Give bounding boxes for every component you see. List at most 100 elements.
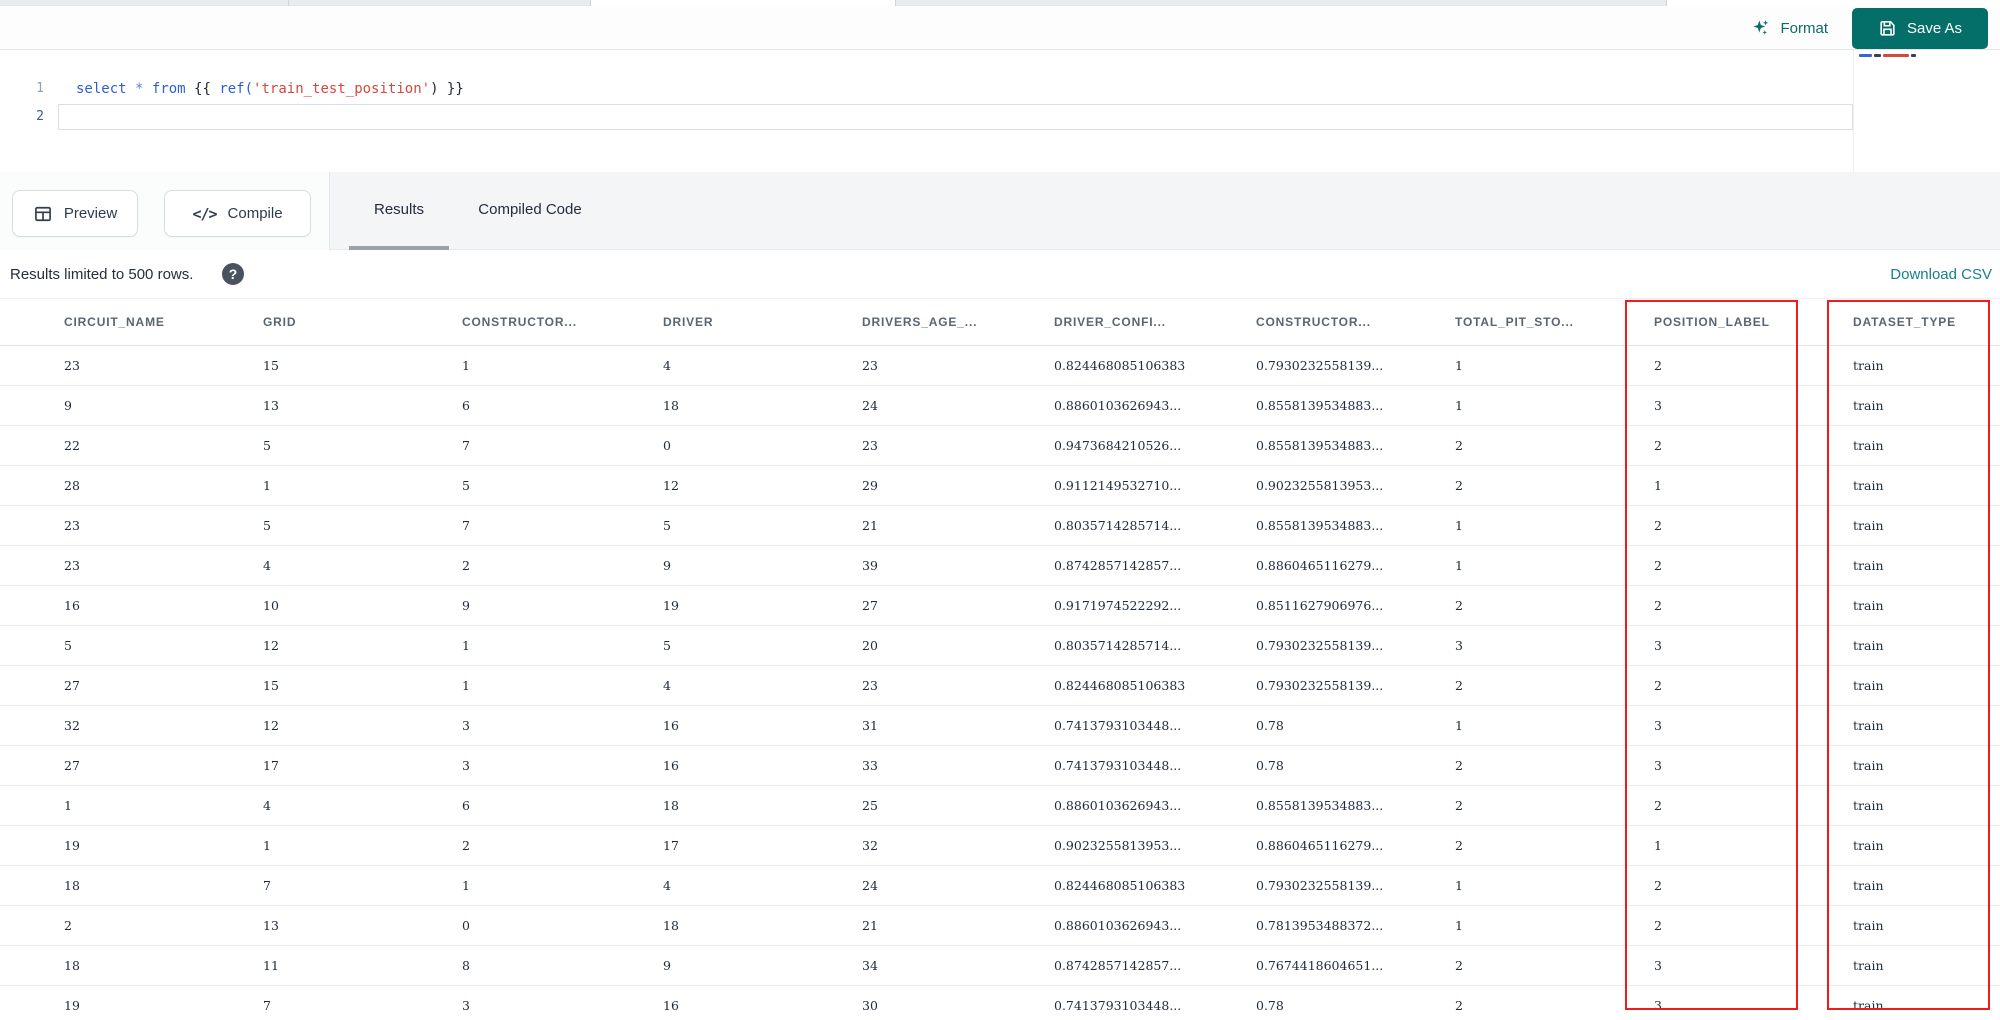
table-cell: 7	[263, 865, 462, 906]
code-token-keyword: select	[76, 81, 127, 97]
column-header: CIRCUIT_NAME	[0, 298, 263, 346]
table-cell: 0.8558139534883...	[1256, 785, 1455, 826]
table-cell: 23	[0, 545, 263, 586]
table-cell: 24	[862, 385, 1054, 426]
tab-results[interactable]: Results	[349, 172, 449, 246]
code-line-1[interactable]: select * from {{ ref('train_test_positio…	[76, 76, 464, 102]
column-header: DRIVER_CONFI...	[1054, 298, 1256, 346]
table-cell: 18	[0, 945, 263, 986]
code-brackets-icon: </>	[192, 204, 217, 223]
table-cell: 0.824468085106383	[1054, 345, 1256, 386]
table-cell: 4	[263, 545, 462, 586]
table-cell: 17	[263, 745, 462, 786]
table-cell: 12	[663, 465, 862, 506]
table-body: 23 15 1 4 23 0.824468085106383 0.7930232558139…	[0, 345, 2000, 1020]
download-csv-link[interactable]: Download CSV	[1890, 250, 1992, 298]
compile-button[interactable]: </> Compile	[164, 190, 311, 237]
code-token-brace: {{	[185, 81, 220, 97]
table-cell: 2	[1455, 425, 1654, 466]
table-cell: 2	[462, 545, 663, 586]
table-cell: 2	[1455, 585, 1654, 626]
table-cell: 6	[462, 785, 663, 826]
action-bar: Preview </> Compile Results Compiled Cod…	[0, 172, 2000, 250]
table-cell: 0.7413793103448...	[1054, 985, 1256, 1020]
table-row: 5 12 1 5 20 0.8035714285714... 0.7930232558139…	[0, 625, 2000, 666]
table-cell: 16	[663, 745, 862, 786]
table-cell: 24	[862, 865, 1054, 906]
table-cell: 15	[263, 345, 462, 386]
table-cell: 29	[862, 465, 1054, 506]
table-cell: train	[1853, 425, 2000, 466]
minimap-code-line	[1859, 54, 1916, 57]
table-cell: 3	[1654, 625, 1853, 666]
table-cell: 0.8742857142857...	[1054, 945, 1256, 986]
table-cell: 2	[1654, 505, 1853, 546]
active-line-cursor-box[interactable]	[58, 104, 1853, 130]
table-cell: 21	[862, 905, 1054, 946]
table-cell: 21	[862, 505, 1054, 546]
table-cell: 3	[462, 985, 663, 1020]
column-header: DRIVERS_AGE_...	[862, 298, 1054, 346]
table-cell: 0.7413793103448...	[1054, 745, 1256, 786]
table-cell: 3	[1654, 745, 1853, 786]
table-cell: 2	[1654, 345, 1853, 386]
table-cell: 16	[663, 705, 862, 746]
table-cell: 0.824468085106383	[1054, 865, 1256, 906]
table-cell: 2	[0, 905, 263, 946]
column-header: TOTAL_PIT_STO...	[1455, 298, 1654, 346]
sql-code-editor[interactable]: 1 2 select * from {{ ref('train_test_pos…	[0, 50, 2000, 172]
save-as-button-label: Save As	[1906, 20, 1963, 37]
table-cell: 5	[462, 465, 663, 506]
table-cell: 2	[462, 825, 663, 866]
table-cell: 1	[1455, 385, 1654, 426]
table-cell: 5	[263, 425, 462, 466]
table-cell: 16	[663, 985, 862, 1020]
table-cell: train	[1853, 985, 2000, 1020]
save-as-button[interactable]: Save As	[1852, 8, 1988, 49]
table-cell: 4	[263, 785, 462, 826]
table-cell: 19	[0, 825, 263, 866]
table-cell: 0.7413793103448...	[1054, 705, 1256, 746]
column-header: DATASET_TYPE	[1853, 298, 2000, 346]
table-cell: 0.8742857142857...	[1054, 545, 1256, 586]
table-cell: train	[1853, 785, 2000, 826]
table-row: 1 4 6 18 25 0.8860103626943... 0.8558139534883…	[0, 785, 2000, 826]
table-cell: 1	[0, 785, 263, 826]
table-cell: 0.824468085106383	[1054, 665, 1256, 706]
table-cell: 0.8035714285714...	[1054, 505, 1256, 546]
table-cell: 0.8511627906976...	[1256, 585, 1455, 626]
table-cell: 0.7930232558139...	[1256, 625, 1455, 666]
table-header-row: CIRCUIT_NAME GRID CONSTRUCTOR... DRIVER DRIV…	[0, 298, 2000, 346]
table-cell: 32	[0, 705, 263, 746]
table-cell: 1	[462, 345, 663, 386]
preview-button[interactable]: Preview	[12, 190, 138, 237]
table-cell: 1	[1455, 545, 1654, 586]
table-cell: 9	[663, 545, 862, 586]
table-cell: 19	[0, 985, 263, 1020]
table-cell: 0.8558139534883...	[1256, 505, 1455, 546]
table-cell: 4	[663, 865, 862, 906]
format-button[interactable]: Format	[1751, 14, 1828, 42]
table-cell: 23	[862, 345, 1054, 386]
table-cell: train	[1853, 545, 2000, 586]
tab-compiled-code[interactable]: Compiled Code	[455, 172, 605, 246]
table-cell: 1	[1455, 865, 1654, 906]
help-icon[interactable]: ?	[222, 263, 244, 285]
table-cell: 0.8558139534883...	[1256, 425, 1455, 466]
table-cell: 0.78	[1256, 745, 1455, 786]
table-cell: 5	[663, 625, 862, 666]
table-cell: 1	[462, 865, 663, 906]
table-cell: 0.8860103626943...	[1054, 385, 1256, 426]
preview-button-label: Preview	[63, 205, 118, 222]
table-cell: 1	[462, 665, 663, 706]
table-cell: 16	[0, 585, 263, 626]
table-cell: 2	[1654, 425, 1853, 466]
table-grid-icon	[33, 204, 53, 224]
table-cell: 2	[1654, 905, 1853, 946]
editor-minimap[interactable]	[1853, 50, 2000, 172]
table-cell: 2	[1455, 465, 1654, 506]
table-cell: 5	[263, 505, 462, 546]
table-cell: 0.7930232558139...	[1256, 865, 1455, 906]
